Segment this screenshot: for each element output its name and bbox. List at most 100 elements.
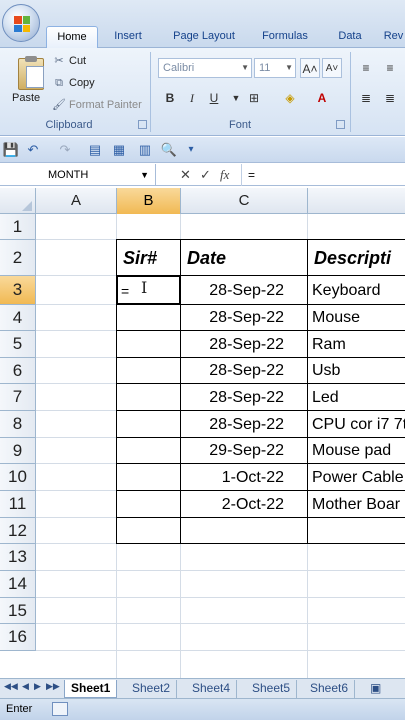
tab-insert[interactable]: Insert [104, 26, 152, 48]
tab-review[interactable]: Rev [382, 26, 405, 48]
cut-button[interactable]: ✂ Cut [52, 52, 86, 70]
row-header[interactable]: 14 [0, 571, 36, 598]
row-header[interactable]: 2 [0, 240, 36, 276]
shrink-font-button[interactable]: A˅ [322, 58, 342, 78]
chevron-down-icon: ▼ [241, 63, 249, 72]
copy-button[interactable]: ⧉ Copy [52, 74, 95, 92]
insert-sheet-icon[interactable]: ▣ [364, 680, 387, 698]
header-cell-description[interactable]: Descripti [314, 240, 405, 276]
row-header[interactable]: 10 [0, 464, 36, 491]
date-cell[interactable]: 28-Sep-22 [181, 411, 308, 438]
row-header[interactable]: 4 [0, 305, 36, 331]
zoom-icon[interactable]: 🔍 [160, 141, 178, 159]
sheet-tab-sheet2[interactable]: Sheet2 [126, 680, 178, 698]
column-header-c[interactable]: C [181, 188, 308, 214]
cancel-icon[interactable]: ✕ [180, 164, 191, 186]
table-icon[interactable]: ▦ [110, 141, 128, 159]
row-header[interactable]: 12 [0, 518, 36, 544]
row-header[interactable]: 3 [0, 276, 36, 305]
row-header[interactable]: 11 [0, 491, 36, 518]
date-cell[interactable]: 28-Sep-22 [181, 331, 308, 358]
date-cell[interactable]: 28-Sep-22 [181, 384, 308, 411]
print-preview-icon[interactable]: ▤ [86, 141, 104, 159]
align-left-icon[interactable]: ≣ [356, 88, 376, 108]
align-center-icon[interactable]: ≣ [380, 88, 400, 108]
ribbon-tab-bar: Home Insert Page Layout Formulas Data Re… [0, 0, 405, 48]
sheet-tab-sheet4[interactable]: Sheet4 [186, 680, 238, 698]
column-header-b[interactable]: B [117, 188, 181, 214]
description-cell[interactable]: Usb [308, 358, 405, 384]
date-cell[interactable]: 29-Sep-22 [181, 438, 308, 464]
first-sheet-icon[interactable]: ◀◀ [4, 681, 18, 692]
format-painter-button[interactable]: 🖌 Format Painter [52, 96, 142, 114]
header-cell-sr[interactable]: Sir# [123, 240, 181, 276]
borders-icon[interactable]: ⊞ [244, 88, 264, 108]
row-header[interactable]: 5 [0, 331, 36, 358]
sheet-tab-sheet1[interactable]: Sheet1 [64, 680, 118, 698]
row-header[interactable]: 1 [0, 214, 36, 240]
row-header[interactable]: 6 [0, 358, 36, 384]
tab-formulas[interactable]: Formulas [254, 26, 316, 48]
row-header[interactable]: 13 [0, 544, 36, 571]
align-middle-icon[interactable]: ≡ [380, 58, 400, 78]
date-cell[interactable]: 2-Oct-22 [181, 491, 308, 518]
bold-button[interactable]: B [160, 88, 180, 108]
row-header[interactable]: 15 [0, 598, 36, 624]
tab-data[interactable]: Data [330, 26, 370, 48]
sheet-tab-sheet6[interactable]: Sheet6 [304, 680, 356, 698]
font-name-combo[interactable]: Calibri ▼ [158, 58, 252, 78]
row-header[interactable]: 7 [0, 384, 36, 411]
description-cell[interactable]: Keyboard [308, 276, 405, 305]
customize-toolbar-icon[interactable]: ▾ [182, 141, 200, 159]
paste-button[interactable]: Paste [6, 52, 46, 112]
header-cell-date[interactable]: Date [187, 240, 308, 276]
fill-color-icon[interactable]: ◈ [280, 88, 300, 108]
font-size-combo[interactable]: 11 ▼ [254, 58, 296, 78]
spreadsheet-icon[interactable]: ▥ [136, 141, 154, 159]
prev-sheet-icon[interactable]: ◀ [22, 681, 29, 692]
sheet-tab-sheet5[interactable]: Sheet5 [246, 680, 298, 698]
table-border [117, 357, 405, 358]
align-top-icon[interactable]: ≡ [356, 58, 376, 78]
date-cell[interactable]: 28-Sep-22 [181, 358, 308, 384]
formula-input[interactable]: = [241, 164, 405, 186]
description-cell[interactable]: Ram [308, 331, 405, 358]
macro-record-icon[interactable] [52, 702, 68, 716]
row-header[interactable]: 9 [0, 438, 36, 464]
date-cell[interactable]: 28-Sep-22 [181, 276, 308, 305]
date-cell[interactable]: 1-Oct-22 [181, 464, 308, 491]
date-cell[interactable]: 28-Sep-22 [181, 305, 308, 331]
table-border [117, 437, 405, 438]
save-icon[interactable]: 💾 [2, 141, 20, 159]
insert-function-button[interactable]: fx [220, 164, 229, 186]
description-cell[interactable]: Power Cable [308, 464, 405, 491]
redo-icon[interactable]: ↷ [56, 141, 74, 159]
next-sheet-icon[interactable]: ▶ [34, 681, 41, 692]
italic-button[interactable]: I [182, 88, 202, 108]
gridline [36, 597, 405, 598]
name-box[interactable]: MONTH ▼ [0, 164, 156, 186]
font-launcher-icon[interactable] [336, 120, 345, 129]
column-header-a[interactable]: A [36, 188, 117, 214]
underline-button[interactable]: U [204, 88, 224, 108]
font-color-icon[interactable]: A [312, 88, 332, 108]
undo-icon[interactable]: ↶ [24, 141, 42, 159]
row-header[interactable]: 16 [0, 624, 36, 651]
chevron-down-icon[interactable]: ▼ [226, 88, 246, 108]
description-cell[interactable]: Mother Boar [308, 491, 405, 518]
tab-page-layout[interactable]: Page Layout [166, 26, 242, 48]
column-header-d[interactable] [308, 188, 405, 214]
description-cell[interactable]: CPU cor i7 7t [308, 411, 405, 438]
description-cell[interactable]: Mouse pad [308, 438, 405, 464]
office-button[interactable] [2, 4, 40, 42]
clipboard-launcher-icon[interactable] [138, 120, 147, 129]
description-cell[interactable]: Led [308, 384, 405, 411]
row-header[interactable]: 8 [0, 411, 36, 438]
grow-font-button[interactable]: A˄ [300, 58, 320, 78]
enter-icon[interactable]: ✓ [200, 164, 211, 186]
last-sheet-icon[interactable]: ▶▶ [46, 681, 60, 692]
select-all-button[interactable] [0, 188, 36, 214]
gridline [36, 623, 405, 624]
tab-home[interactable]: Home [46, 26, 98, 48]
description-cell[interactable]: Mouse [308, 305, 405, 331]
